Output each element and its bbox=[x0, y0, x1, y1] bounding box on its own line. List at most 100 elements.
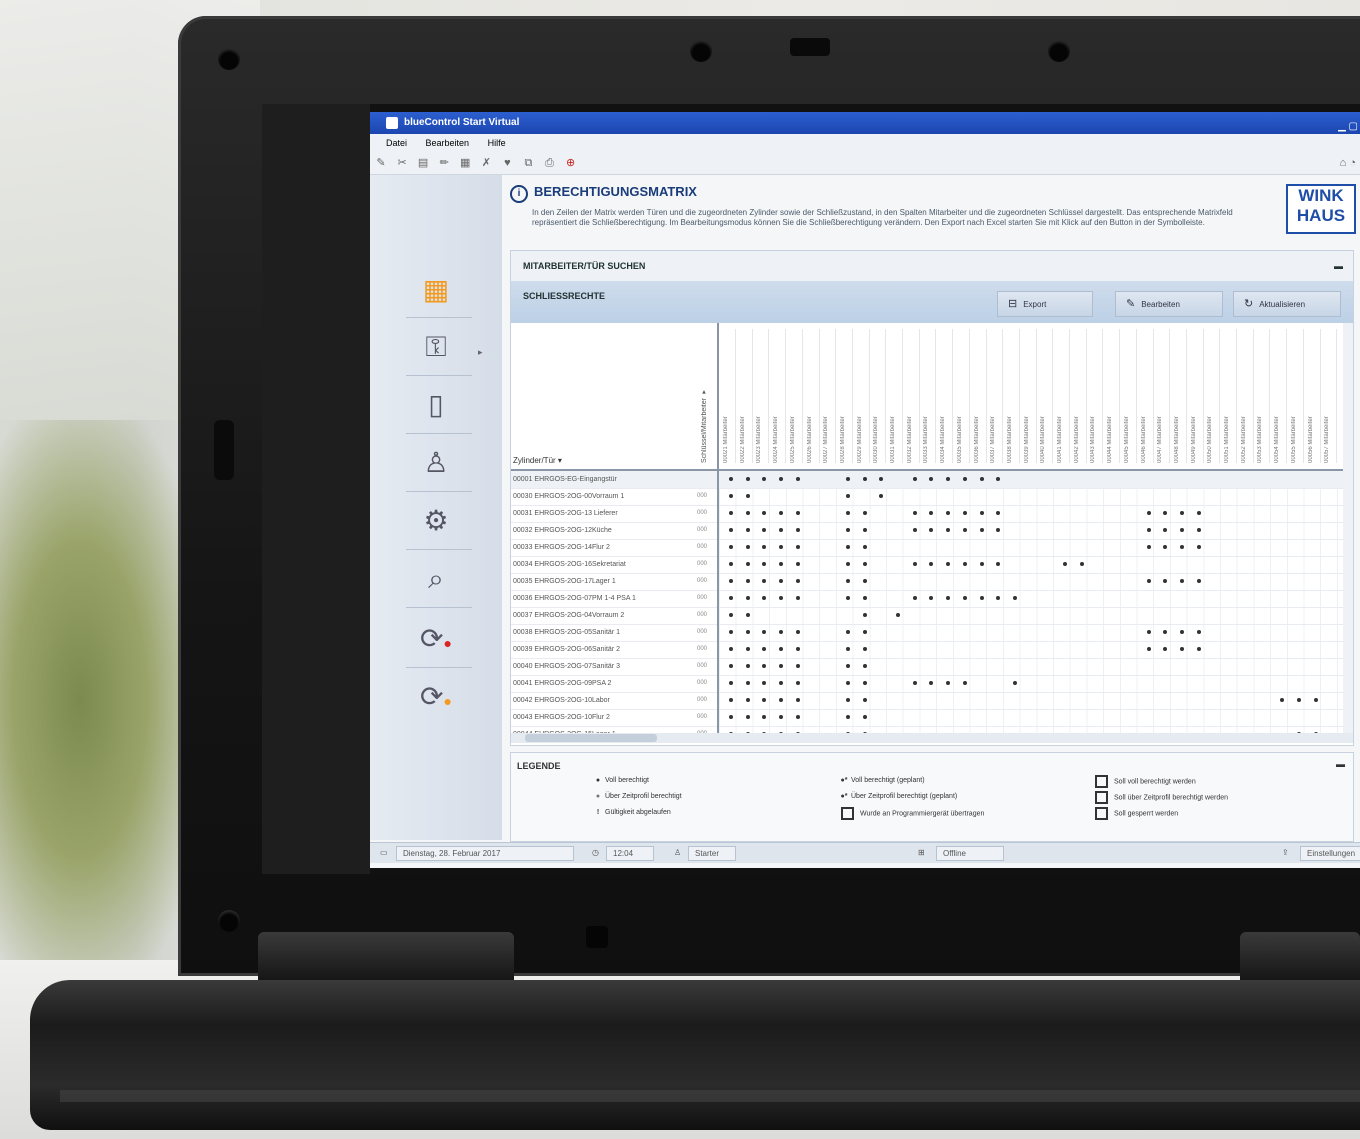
permission-dot[interactable] bbox=[762, 562, 767, 566]
permission-dot[interactable] bbox=[729, 545, 733, 549]
permission-dot[interactable] bbox=[996, 596, 1001, 600]
permission-dot[interactable] bbox=[745, 630, 750, 634]
permission-dot[interactable] bbox=[845, 647, 850, 651]
permission-dot[interactable] bbox=[795, 664, 800, 668]
permission-dot[interactable] bbox=[795, 630, 800, 634]
permission-dot[interactable] bbox=[729, 562, 733, 566]
permission-dot[interactable] bbox=[979, 511, 984, 515]
permission-dot[interactable] bbox=[912, 596, 917, 600]
permission-dot[interactable] bbox=[745, 698, 750, 702]
permission-dot[interactable] bbox=[845, 562, 850, 566]
permission-dot[interactable] bbox=[745, 545, 750, 549]
matrix-column-header[interactable]: 00045 Mitarbeiter bbox=[1123, 329, 1137, 463]
permission-dot[interactable] bbox=[946, 596, 951, 600]
tools-icon[interactable]: ✗ bbox=[479, 152, 493, 174]
permission-dot[interactable] bbox=[845, 494, 850, 498]
table-row[interactable]: 00034 EHRGOS-2OG-16Sekretariat 000 bbox=[511, 556, 1353, 574]
collapse-icon[interactable]: ▬ bbox=[1334, 251, 1343, 281]
matrix-column-header[interactable]: 00034 Mitarbeiter bbox=[940, 329, 954, 463]
help-icon[interactable]: ⊕ bbox=[564, 152, 578, 174]
permission-dot[interactable] bbox=[745, 494, 750, 498]
permission-dot[interactable] bbox=[745, 579, 750, 583]
door-icon[interactable]: ▯ bbox=[416, 385, 456, 425]
permission-dot[interactable] bbox=[729, 579, 733, 583]
collapse-icon[interactable]: ▬ bbox=[1336, 759, 1345, 769]
matrix-column-header[interactable]: 00032 Mitarbeiter bbox=[906, 329, 920, 463]
permission-dot[interactable] bbox=[962, 477, 967, 481]
permission-dot[interactable] bbox=[1179, 647, 1184, 651]
matrix-column-header[interactable]: 00029 Mitarbeiter bbox=[856, 329, 870, 463]
permission-dot[interactable] bbox=[996, 477, 1001, 481]
matrix-column-header[interactable]: 00033 Mitarbeiter bbox=[923, 329, 937, 463]
permission-dot[interactable] bbox=[745, 647, 750, 651]
settings-icon[interactable]: ⚙ bbox=[416, 501, 456, 541]
permission-dot[interactable] bbox=[962, 681, 967, 685]
permission-dot[interactable] bbox=[779, 545, 784, 549]
permission-dot[interactable] bbox=[1163, 511, 1168, 515]
permission-dot[interactable] bbox=[1196, 647, 1201, 651]
permission-dot[interactable] bbox=[745, 562, 750, 566]
permission-dot[interactable] bbox=[1196, 511, 1201, 515]
permission-dot[interactable] bbox=[729, 528, 733, 532]
permission-dot[interactable] bbox=[779, 562, 784, 566]
refresh-button[interactable]: ↻ Aktualisieren bbox=[1233, 291, 1341, 317]
permission-dot[interactable] bbox=[1146, 511, 1151, 515]
permission-dot[interactable] bbox=[862, 613, 867, 617]
permission-dot[interactable] bbox=[845, 545, 850, 549]
permission-dot[interactable] bbox=[996, 528, 1001, 532]
permission-dot[interactable] bbox=[762, 477, 767, 481]
grid-icon[interactable]: ▦ bbox=[458, 152, 472, 174]
permission-dot[interactable] bbox=[779, 664, 784, 668]
permission-dot[interactable] bbox=[946, 477, 951, 481]
matrix-icon[interactable]: ▦ bbox=[416, 270, 456, 310]
matrix-column-header[interactable]: 00038 Mitarbeiter bbox=[1006, 329, 1020, 463]
horizontal-scrollbar[interactable] bbox=[511, 733, 1353, 743]
permission-dot[interactable] bbox=[845, 511, 850, 515]
permission-dot[interactable] bbox=[795, 528, 800, 532]
sort-columns-dropdown[interactable]: Schlüssel/Mitarbeiter ▾ bbox=[701, 363, 713, 463]
permission-dot[interactable] bbox=[962, 511, 967, 515]
permission-dot[interactable] bbox=[862, 647, 867, 651]
matrix-column-header[interactable]: 00040 Mitarbeiter bbox=[1040, 329, 1054, 463]
permission-dot[interactable] bbox=[862, 562, 867, 566]
matrix-column-header[interactable]: 00025 Mitarbeiter bbox=[789, 329, 803, 463]
key-icon[interactable]: ⚿ bbox=[416, 327, 456, 367]
permission-dot[interactable] bbox=[862, 545, 867, 549]
permission-dot[interactable] bbox=[1196, 579, 1201, 583]
permission-dot[interactable] bbox=[1179, 511, 1184, 515]
table-row[interactable]: 00037 EHRGOS-2OG-04Vorraum 2 000 bbox=[511, 607, 1353, 625]
permission-dot[interactable] bbox=[862, 579, 867, 583]
matrix-column-header[interactable]: 00054 Mitarbeiter bbox=[1274, 329, 1288, 463]
permission-dot[interactable] bbox=[729, 681, 733, 685]
permission-dot[interactable] bbox=[996, 562, 1001, 566]
permission-dot[interactable] bbox=[862, 596, 867, 600]
matrix-column-header[interactable]: 00046 Mitarbeiter bbox=[1140, 329, 1154, 463]
permission-dot[interactable] bbox=[795, 579, 800, 583]
home-icon[interactable]: ⌂ ◔ bbox=[1340, 152, 1356, 174]
permission-dot[interactable] bbox=[745, 681, 750, 685]
matrix-column-header[interactable]: 00037 Mitarbeiter bbox=[990, 329, 1004, 463]
matrix-column-header[interactable]: 00035 Mitarbeiter bbox=[956, 329, 970, 463]
search-report-icon[interactable]: ⌕ bbox=[416, 559, 456, 599]
matrix-column-header[interactable]: 00030 Mitarbeiter bbox=[873, 329, 887, 463]
table-row[interactable]: 00038 EHRGOS-2OG-05Sanitär 1 000 bbox=[511, 624, 1353, 642]
cut-icon[interactable]: ✂ bbox=[395, 152, 409, 174]
permission-dot[interactable] bbox=[1163, 528, 1168, 532]
scrollbar-thumb[interactable] bbox=[525, 734, 657, 742]
permission-dot[interactable] bbox=[962, 562, 967, 566]
edit-icon[interactable]: ✎ bbox=[374, 152, 388, 174]
delete-icon[interactable]: ▤ bbox=[416, 152, 430, 174]
permission-dot[interactable] bbox=[729, 664, 733, 668]
matrix-column-header[interactable]: 00051 Mitarbeiter bbox=[1224, 329, 1237, 463]
table-row[interactable]: 00033 EHRGOS-2OG-14Flur 2 000 bbox=[511, 539, 1353, 557]
export-button[interactable]: ⊟ Export bbox=[997, 291, 1093, 317]
permission-dot[interactable] bbox=[762, 647, 767, 651]
permission-dot[interactable] bbox=[762, 596, 767, 600]
permission-dot[interactable] bbox=[1296, 698, 1301, 702]
permission-dot[interactable] bbox=[779, 596, 784, 600]
menu-datei[interactable]: Datei bbox=[386, 138, 407, 148]
print-icon[interactable]: ⎙ bbox=[543, 152, 557, 174]
permission-dot[interactable] bbox=[729, 630, 733, 634]
permission-dot[interactable] bbox=[946, 562, 951, 566]
permission-dot[interactable] bbox=[912, 562, 917, 566]
